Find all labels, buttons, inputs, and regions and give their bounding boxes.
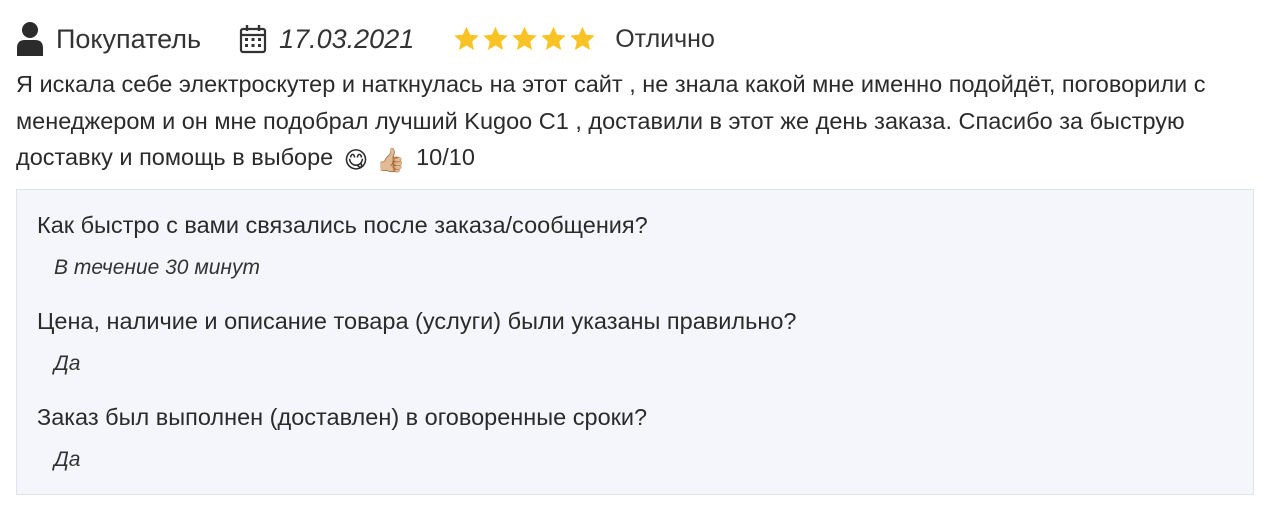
review-score: 10/10 [416, 144, 475, 170]
star-icon [452, 25, 481, 53]
qa-question: Как быстро с вами связались после заказа… [37, 212, 648, 238]
qa-item: Цена, наличие и описание товара (услуги)… [37, 308, 796, 376]
user-icon [16, 21, 44, 57]
star-icon [568, 25, 597, 53]
rating-label: Отлично [615, 24, 715, 53]
qa-answer: В течение 30 минут [54, 256, 260, 279]
review-header: Покупатель 17.03.2021 Отлично [16, 18, 715, 60]
qa-question: Цена, наличие и описание товара (услуги)… [37, 308, 797, 334]
thumbs-up-emoji: 👍🏼 [376, 147, 406, 173]
star-icon [481, 25, 510, 53]
calendar-icon [239, 24, 267, 54]
review-body: Я искала себе электроскутер и наткнулась… [16, 71, 1206, 170]
rating-stars [452, 25, 597, 53]
review-author: Покупатель [56, 23, 202, 54]
smile-emoji: 😋 [343, 147, 369, 173]
qa-panel: Как быстро с вами связались после заказа… [16, 189, 1254, 495]
review-text: Я искала себе электроскутер и наткнулась… [16, 66, 1266, 179]
review-card: Покупатель 17.03.2021 Отлично Я искала с… [0, 0, 1280, 505]
qa-item: Как быстро с вами связались после заказа… [37, 212, 648, 280]
qa-item: Заказ был выполнен (доставлен) в оговоре… [37, 404, 647, 472]
qa-question: Заказ был выполнен (доставлен) в оговоре… [37, 404, 648, 430]
star-icon [510, 25, 539, 53]
review-date: 17.03.2021 [279, 23, 415, 54]
star-icon [539, 25, 568, 53]
qa-answer: Да [54, 448, 81, 471]
qa-answer: Да [54, 352, 81, 375]
